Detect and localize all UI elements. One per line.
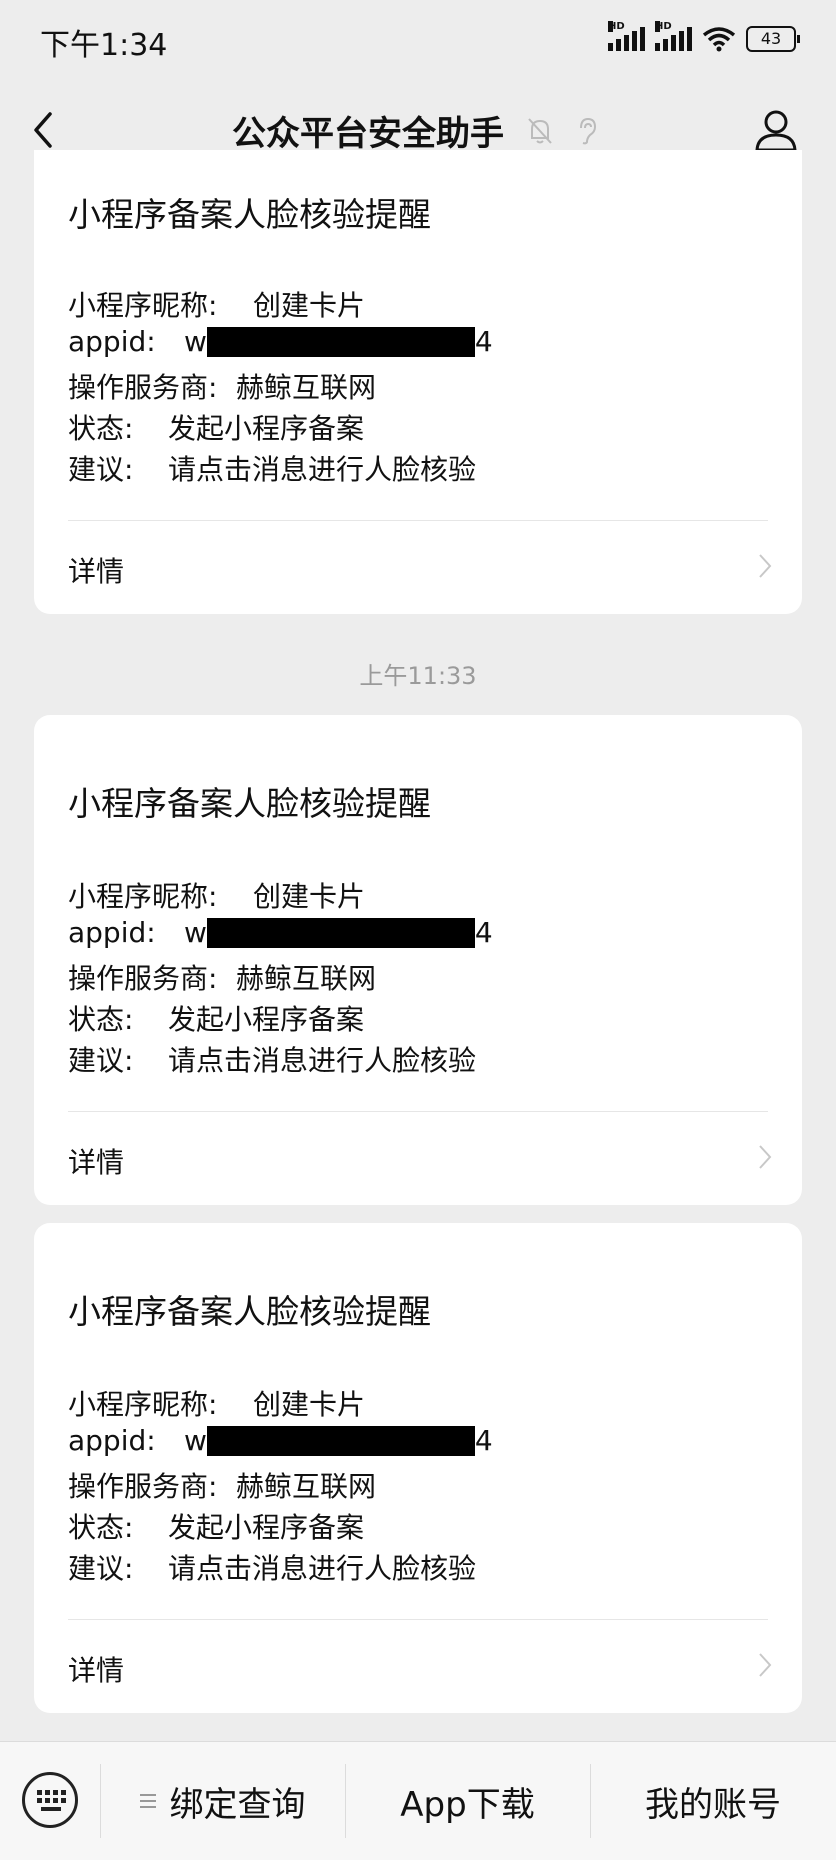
suggest-label: 建议: [68,453,134,486]
status-value: 发起小程序备案 [168,1511,365,1544]
divider [68,1111,768,1112]
page-title: 公众平台安全助手 [232,114,504,154]
nickname-value: 创建卡片 [253,1388,366,1421]
provider-label: 操作服务商: [68,371,218,404]
message-card[interactable]: 小程序备案人脸核验提醒 小程序昵称: 创建卡片 appid: w 4 操作服务商… [34,715,802,1205]
status-row: 状态: 发起小程序备案 [68,407,364,447]
signal-hd-label: HD [655,21,672,32]
status-icons: HD HD 43 [608,21,800,52]
provider-row: 操作服务商: 赫鲸互联网 [68,366,376,406]
appid-row: appid: w 4 [68,916,493,949]
bottom-menu-bar: 绑定查询 App下载 我的账号 [0,1741,836,1860]
submenu-icon [139,1794,156,1808]
redaction-bar [206,1425,475,1456]
provider-value: 赫鲸互联网 [236,371,377,404]
redaction-bar [206,326,475,357]
provider-label: 操作服务商: [68,962,218,995]
menu-item-app-download[interactable]: App下载 [345,1742,590,1860]
message-timestamp: 上午11:33 [359,662,477,690]
appid-prefix: w [184,325,207,358]
card-title: 小程序备案人脸核验提醒 [68,1292,431,1331]
nickname-row: 小程序昵称: 创建卡片 [68,875,365,915]
profile-icon[interactable] [754,108,798,152]
provider-value: 赫鲸互联网 [236,962,377,995]
back-icon[interactable] [28,110,58,150]
status-time: 下午1:34 [40,28,168,63]
provider-row: 操作服务商: 赫鲸互联网 [68,957,376,997]
redaction-bar [206,917,475,948]
menu-item-label: 绑定查询 [169,1784,306,1825]
message-card[interactable]: 小程序备案人脸核验提醒 小程序昵称: 创建卡片 appid: w 4 操作服务商… [34,1223,802,1713]
menu-item-label: App下载 [400,1784,535,1825]
appid-label: appid: [68,325,156,358]
nickname-label: 小程序昵称: [68,880,218,913]
keyboard-toggle-icon[interactable] [22,1772,78,1828]
menu-item-my-account[interactable]: 我的账号 [590,1742,836,1860]
appid-prefix: w [184,916,207,949]
appid-prefix: w [184,1424,207,1457]
provider-value: 赫鲸互联网 [236,1470,377,1503]
battery-icon: 43 [746,26,800,52]
nav-title-group: 公众平台安全助手 [232,106,598,155]
card-title: 小程序备案人脸核验提醒 [68,195,431,234]
appid-label: appid: [68,1424,156,1457]
message-card[interactable]: 小程序备案人脸核验提醒 小程序昵称: 创建卡片 appid: w 4 操作服务商… [34,150,802,614]
appid-suffix: 4 [474,325,493,358]
nickname-value: 创建卡片 [253,880,366,913]
appid-suffix: 4 [474,916,493,949]
menu-item-label: 我的账号 [645,1784,781,1825]
chevron-right-icon [759,1653,772,1677]
appid-label: appid: [68,916,156,949]
divider [68,1619,768,1620]
suggest-value: 请点击消息进行人脸核验 [168,453,477,486]
status-value: 发起小程序备案 [168,1003,365,1036]
appid-suffix: 4 [474,1424,493,1457]
status-row: 状态: 发起小程序备案 [68,998,364,1038]
wifi-icon [702,27,736,52]
signal-icon: HD [655,21,692,51]
suggest-row: 建议: 请点击消息进行人脸核验 [68,1547,476,1587]
nickname-value: 创建卡片 [253,289,366,322]
divider [68,520,768,521]
nickname-label: 小程序昵称: [68,1388,218,1421]
nickname-label: 小程序昵称: [68,289,218,322]
ear-icon [580,117,597,144]
status-label: 状态: [68,412,134,445]
suggest-value: 请点击消息进行人脸核验 [168,1552,477,1585]
status-bar: 下午1:34 HD HD 43 [0,0,836,80]
detail-link[interactable]: 详情 [68,1649,124,1689]
appid-row: appid: w 4 [68,1424,493,1457]
nickname-row: 小程序昵称: 创建卡片 [68,1383,365,1423]
nickname-row: 小程序昵称: 创建卡片 [68,284,365,324]
appid-row: appid: w 4 [68,325,493,358]
card-title: 小程序备案人脸核验提醒 [68,784,431,823]
provider-row: 操作服务商: 赫鲸互联网 [68,1465,376,1505]
status-label: 状态: [68,1003,134,1036]
mute-icon [528,117,552,144]
suggest-row: 建议: 请点击消息进行人脸核验 [68,448,476,488]
chevron-right-icon [759,1145,772,1169]
suggest-value: 请点击消息进行人脸核验 [168,1044,477,1077]
detail-link[interactable]: 详情 [68,1141,124,1181]
status-label: 状态: [68,1511,134,1544]
suggest-label: 建议: [68,1044,134,1077]
detail-link[interactable]: 详情 [68,550,124,590]
menu-item-binding-query[interactable]: 绑定查询 [100,1742,345,1860]
chevron-right-icon [759,554,772,578]
signal-hd-label: HD [608,21,625,32]
suggest-row: 建议: 请点击消息进行人脸核验 [68,1039,476,1079]
signal-icon: HD [608,21,645,51]
provider-label: 操作服务商: [68,1470,218,1503]
suggest-label: 建议: [68,1552,134,1585]
status-row: 状态: 发起小程序备案 [68,1506,364,1546]
status-value: 发起小程序备案 [168,412,365,445]
